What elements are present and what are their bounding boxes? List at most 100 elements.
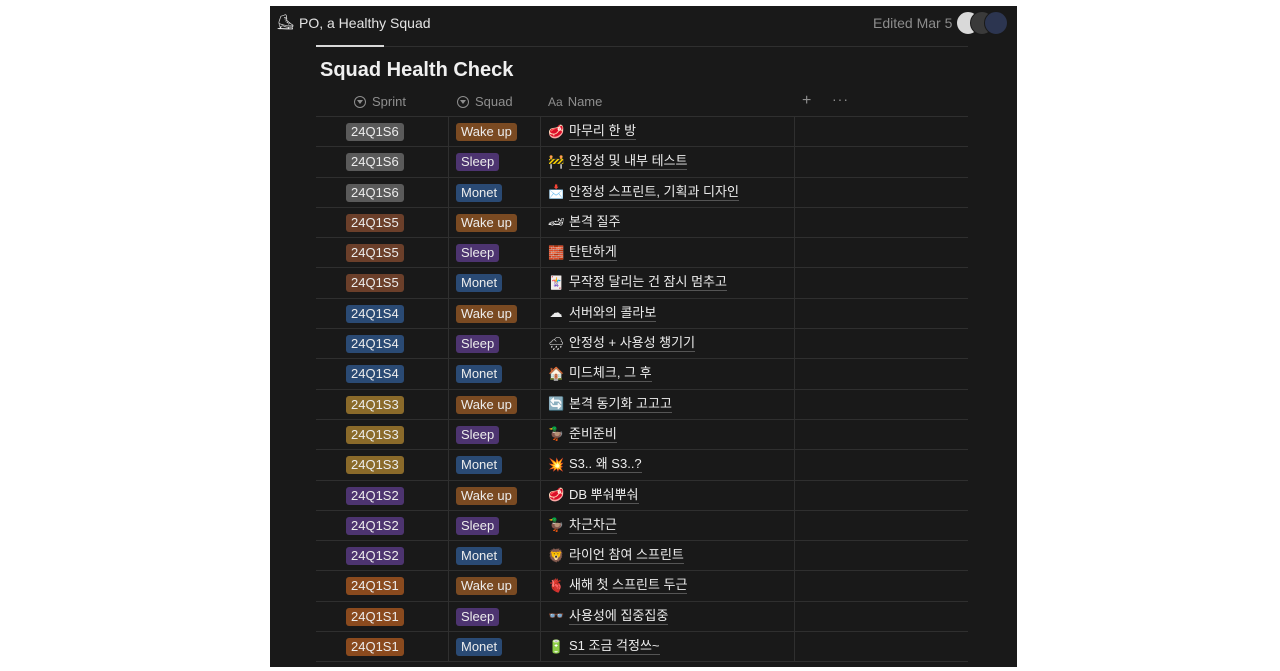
row-title[interactable]: DB 뿌숴뿌숴 [569, 487, 639, 504]
sprint-tag[interactable]: 24Q1S5 [346, 244, 404, 263]
table-row[interactable]: 24Q1S2 Wake up 🥩 DB 뿌숴뿌숴 [316, 480, 968, 511]
table-row[interactable]: 24Q1S2 Monet 🦁 라이언 참여 스프린트 [316, 541, 968, 572]
table-row[interactable]: 24Q1S5 Wake up 🏎 본격 질주 [316, 207, 968, 239]
database-title[interactable]: Squad Health Check [320, 59, 513, 82]
sprint-tag[interactable]: 24Q1S2 [346, 547, 404, 566]
table-row[interactable]: 24Q1S1 Sleep 👓 사용성에 집중집중 [316, 601, 968, 633]
row-title[interactable]: 무작정 달리는 건 잠시 멈추고 [569, 274, 727, 292]
sprint-tag[interactable]: 24Q1S4 [346, 304, 404, 323]
table-row[interactable]: 24Q1S3 Sleep 🦆 준비준비 [316, 419, 968, 451]
sprint-tag[interactable]: 24Q1S1 [346, 638, 404, 657]
table-row[interactable]: 24Q1S1 Wake up 🫀 새해 첫 스프린트 두근 [316, 571, 968, 602]
row-name-cell[interactable]: ☁ 서버와의 콜라보 [548, 305, 657, 322]
column-header-squad[interactable]: Squad [457, 94, 513, 109]
squad-tag[interactable]: Sleep [456, 153, 500, 172]
row-name-cell[interactable]: 🏎 본격 질주 [548, 214, 621, 231]
add-property-button[interactable]: + [802, 92, 811, 110]
row-name-cell[interactable]: 🚧 안정성 및 내부 테스트 [548, 153, 688, 171]
edited-timestamp[interactable]: Edited Mar 5 [873, 15, 952, 31]
squad-tag[interactable]: Monet [456, 365, 503, 384]
row-name-cell[interactable]: 🔋 S1 조금 걱정쓰~ [548, 638, 660, 656]
sprint-tag[interactable]: 24Q1S3 [346, 425, 404, 444]
row-name-cell[interactable]: 🫀 새해 첫 스프린트 두근 [548, 577, 688, 595]
row-name-cell[interactable]: 🦆 준비준비 [548, 426, 617, 443]
row-title[interactable]: 마무리 한 방 [569, 123, 637, 140]
row-title[interactable]: 안정성 스프린트, 기획과 디자인 [569, 184, 739, 201]
sprint-tag[interactable]: 24Q1S2 [346, 516, 404, 535]
row-name-cell[interactable]: 🦆 차근차근 [548, 517, 617, 534]
squad-tag[interactable]: Sleep [456, 425, 500, 444]
more-options-button[interactable]: ··· [832, 91, 849, 107]
squad-tag[interactable]: Monet [456, 547, 503, 566]
sprint-tag[interactable]: 24Q1S1 [346, 577, 404, 596]
table-row[interactable]: 24Q1S4 Wake up ☁ 서버와의 콜라보 [316, 298, 968, 330]
table-row[interactable]: 24Q1S6 Sleep 🚧 안정성 및 내부 테스트 [316, 147, 968, 178]
row-name-cell[interactable]: 🧱 탄탄하게 [548, 244, 617, 262]
squad-tag[interactable]: Monet [456, 183, 503, 202]
squad-tag[interactable]: Monet [456, 638, 503, 657]
row-title[interactable]: 라이언 참여 스프린트 [569, 547, 684, 565]
sprint-tag[interactable]: 24Q1S6 [346, 183, 404, 202]
squad-tag[interactable]: Sleep [456, 244, 500, 263]
table-row[interactable]: 24Q1S5 Sleep 🧱 탄탄하게 [316, 238, 968, 269]
sprint-tag[interactable]: 24Q1S1 [346, 607, 404, 626]
sprint-tag[interactable]: 24Q1S3 [346, 395, 404, 414]
row-title[interactable]: S1 조금 걱정쓰~ [569, 638, 660, 656]
sprint-tag[interactable]: 24Q1S3 [346, 456, 404, 475]
table-row[interactable]: 24Q1S3 Wake up 🔄 본격 동기화 고고고 [316, 389, 968, 420]
row-name-cell[interactable]: 👓 사용성에 집중집중 [548, 608, 669, 625]
squad-tag[interactable]: Monet [456, 274, 503, 293]
sprint-tag[interactable]: 24Q1S6 [346, 123, 404, 141]
row-name-cell[interactable]: 🔄 본격 동기화 고고고 [548, 396, 672, 413]
avatar[interactable] [984, 11, 1008, 35]
row-name-cell[interactable]: 💥 S3.. 왜 S3..? [548, 456, 642, 474]
sprint-tag[interactable]: 24Q1S4 [346, 365, 404, 384]
row-name-cell[interactable]: 🦁 라이언 참여 스프린트 [548, 547, 684, 565]
row-title[interactable]: 본격 질주 [569, 214, 621, 231]
sprint-tag[interactable]: 24Q1S5 [346, 213, 404, 232]
table-row[interactable]: 24Q1S4 Sleep 🌧 안정성 + 사용성 챙기기 [316, 329, 968, 360]
row-name-cell[interactable]: 🥩 마무리 한 방 [548, 123, 637, 140]
row-title[interactable]: 안정성 + 사용성 챙기기 [569, 335, 696, 353]
table-row[interactable]: 24Q1S1 Monet 🔋 S1 조금 걱정쓰~ [316, 632, 968, 663]
row-title[interactable]: 본격 동기화 고고고 [569, 396, 672, 413]
table-row[interactable]: 24Q1S5 Monet 🃏 무작정 달리는 건 잠시 멈추고 [316, 268, 968, 299]
row-name-cell[interactable]: 🌧 안정성 + 사용성 챙기기 [548, 335, 696, 353]
table-row[interactable]: 24Q1S6 Monet 📩 안정성 스프린트, 기획과 디자인 [316, 177, 968, 208]
table-row[interactable]: 24Q1S4 Monet 🏠 미드체크, 그 후 [316, 359, 968, 390]
row-title[interactable]: S3.. 왜 S3..? [569, 456, 642, 474]
squad-tag[interactable]: Wake up [456, 395, 517, 414]
sprint-tag[interactable]: 24Q1S5 [346, 274, 404, 293]
row-title[interactable]: 새해 첫 스프린트 두근 [569, 577, 688, 595]
column-header-name[interactable]: Aa Name [548, 94, 602, 109]
row-title[interactable]: 사용성에 집중집중 [569, 608, 669, 625]
squad-tag[interactable]: Wake up [456, 486, 517, 505]
row-title[interactable]: 서버와의 콜라보 [569, 305, 657, 322]
squad-tag[interactable]: Sleep [456, 335, 500, 354]
row-title[interactable]: 탄탄하게 [569, 244, 617, 262]
ice-skate-icon[interactable]: ⛸ [276, 14, 295, 32]
row-title[interactable]: 미드체크, 그 후 [569, 365, 652, 383]
page-breadcrumb-title[interactable]: PO, a Healthy Squad [299, 15, 431, 31]
row-name-cell[interactable]: 📩 안정성 스프린트, 기획과 디자인 [548, 184, 739, 201]
squad-tag[interactable]: Wake up [456, 213, 517, 232]
row-title[interactable]: 차근차근 [569, 517, 617, 534]
squad-tag[interactable]: Sleep [456, 607, 500, 626]
squad-tag[interactable]: Monet [456, 456, 503, 475]
table-row[interactable]: 24Q1S3 Monet 💥 S3.. 왜 S3..? [316, 450, 968, 481]
squad-tag[interactable]: Wake up [456, 123, 517, 141]
active-view-tab[interactable] [316, 45, 384, 47]
row-name-cell[interactable]: 🃏 무작정 달리는 건 잠시 멈추고 [548, 274, 727, 292]
column-header-sprint[interactable]: Sprint [354, 94, 406, 109]
squad-tag[interactable]: Wake up [456, 577, 517, 596]
sprint-tag[interactable]: 24Q1S4 [346, 335, 404, 354]
row-title[interactable]: 준비준비 [569, 426, 617, 443]
squad-tag[interactable]: Sleep [456, 516, 500, 535]
table-row[interactable]: 24Q1S6 Wake up 🥩 마무리 한 방 [316, 117, 968, 148]
row-title[interactable]: 안정성 및 내부 테스트 [569, 153, 688, 171]
sprint-tag[interactable]: 24Q1S6 [346, 153, 404, 172]
table-row[interactable]: 24Q1S2 Sleep 🦆 차근차근 [316, 510, 968, 542]
row-name-cell[interactable]: 🏠 미드체크, 그 후 [548, 365, 652, 383]
squad-tag[interactable]: Wake up [456, 304, 517, 323]
row-name-cell[interactable]: 🥩 DB 뿌숴뿌숴 [548, 487, 639, 504]
